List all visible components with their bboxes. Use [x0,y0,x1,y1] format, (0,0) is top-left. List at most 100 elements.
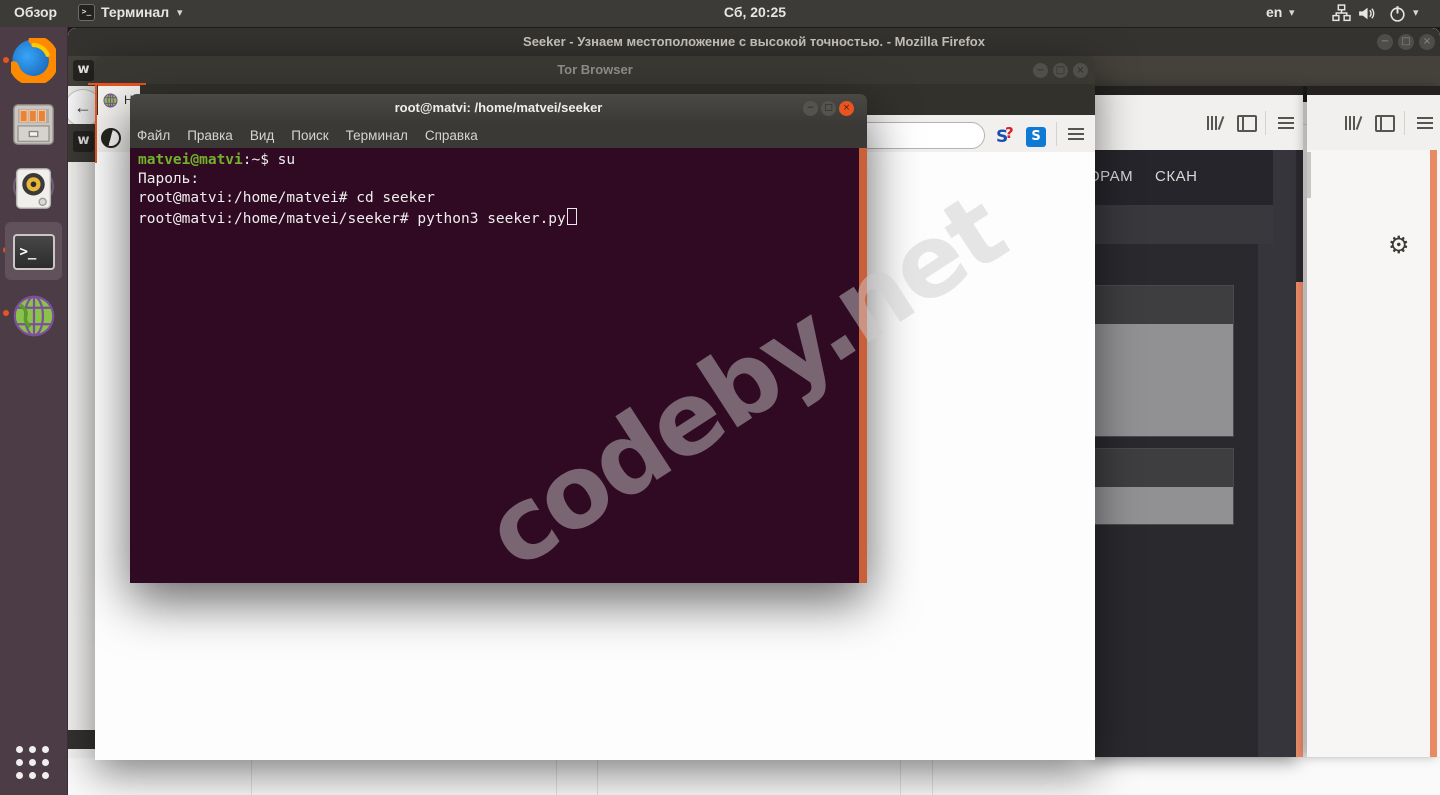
scrollbar-thumb[interactable] [1296,282,1303,757]
terminal-window-title: root@matvi: /home/matvei/seeker [394,100,603,115]
dock-item-tor-browser[interactable] [10,292,57,339]
desktop: Seeker - Узнаем местоположение с высокой… [0,0,1440,795]
running-indicator [3,310,9,316]
card-image [1095,487,1233,524]
activities-button[interactable]: Обзор [14,4,57,20]
terminal-line: root@matvi:/home/matvei/seeker# python3 … [138,208,867,229]
nav-item-forum[interactable]: ОРАМ [1095,168,1133,185]
background-window-tab-bar: w [68,124,95,162]
tor-titlebar[interactable]: Tor Browser − □ × [95,56,1095,84]
file-cabinet-icon [13,104,54,145]
divider [556,758,557,795]
maximize-button[interactable]: □ [1053,63,1068,78]
page-banner-fragment [68,730,95,749]
window-top-strip [1095,86,1303,95]
forum-subheader [1095,205,1273,244]
language-indicator[interactable]: en [1266,4,1282,20]
terminal-line: root@matvi:/home/matvei# cd seeker [138,190,435,206]
settings-page: ⚙ [1307,150,1440,757]
dock-item-firefox[interactable] [10,37,57,84]
terminal-titlebar[interactable]: root@matvi: /home/matvei/seeker − □ × [130,94,867,123]
globe-favicon [103,93,118,108]
scrollbar-thumb[interactable] [1430,150,1437,757]
card-image [1095,324,1233,436]
minimize-button[interactable]: − [1033,63,1048,78]
browser-window-right: ⚙ [1307,86,1440,757]
running-indicator [3,57,9,63]
menu-view[interactable]: Вид [250,128,274,143]
terminal-app-icon: >_ [78,4,95,21]
maximize-button[interactable]: □ [1398,34,1414,50]
library-icon[interactable] [1343,115,1363,131]
s-extension-icon[interactable]: S [1026,127,1046,147]
firefox-titlebar[interactable]: Seeker - Узнаем местоположение с высокой… [68,28,1440,56]
gnome-top-bar: Обзор >_ Терминал ▾ Сб, 20:25 en ▾ ▾ [0,0,1440,27]
minimize-button[interactable]: − [1377,34,1393,50]
maximize-button[interactable]: □ [821,101,836,116]
close-button[interactable]: × [1419,34,1435,50]
toolbar-separator [1056,122,1057,146]
chevron-down-icon: ▾ [177,7,183,19]
window-top-strip [1307,86,1440,95]
terminal-content[interactable]: matvei@matvi:~$ su Пароль: root@matvi:/h… [130,148,867,583]
sidebar-icon[interactable] [1375,115,1395,132]
clock[interactable]: Сб, 20:25 [700,4,810,20]
dock-item-rhythmbox[interactable] [10,165,57,212]
terminal-line: Пароль: [138,171,200,187]
gear-icon[interactable]: ⚙ [1388,234,1410,258]
volume-icon[interactable] [1357,4,1376,23]
forum-page: ОРАМ СКАН 2105 [1095,150,1303,757]
focus-edge-vertical [95,84,97,163]
dock-item-archive-manager[interactable] [10,101,57,148]
terminal-line: matvei@matvi:~$ su [138,152,296,168]
app-menu[interactable]: Терминал [101,4,169,20]
divider [932,758,933,795]
terminal-cursor [566,208,577,225]
forum-card [1095,285,1234,437]
tor-window-title: Tor Browser [557,62,633,77]
card-header [1095,286,1233,324]
divider [597,758,598,795]
power-icon[interactable] [1388,4,1407,23]
tab-favicon-w[interactable]: w [73,131,94,152]
dock: >_ [0,27,68,795]
network-icon[interactable] [1332,4,1351,23]
dock-item-terminal[interactable]: >_ [10,228,57,275]
chevron-down-icon: ▾ [1289,7,1295,19]
minimize-button[interactable]: − [803,101,818,116]
close-button[interactable]: × [1073,63,1088,78]
terminal-scrollbar[interactable] [859,148,867,583]
onion-icon[interactable] [101,128,121,148]
toolbar-separator [1265,111,1266,135]
menu-terminal[interactable]: Терминал [346,128,408,143]
divider [900,758,901,795]
prompt: matvei@matvi [138,152,243,168]
terminal-icon: >_ [12,233,55,270]
startpage-icon[interactable]: S? [996,124,1014,147]
terminal-window: root@matvi: /home/matvei/seeker − □ × Фа… [130,94,867,583]
sidebar-icon[interactable] [1237,115,1257,132]
tab-favicon-w[interactable]: w [73,60,94,81]
toolbar-separator [1404,111,1405,135]
menu-file[interactable]: Файл [137,128,170,143]
tor-globe-icon [13,295,54,336]
browser-toolbar [1307,95,1440,151]
menu-help[interactable]: Справка [425,128,478,143]
browser-toolbar [1095,95,1303,151]
nav-item-scan[interactable]: СКАН [1155,168,1197,185]
close-button[interactable]: × [839,101,854,116]
menu-icon[interactable] [1068,128,1084,140]
menu-search[interactable]: Поиск [291,128,328,143]
firefox-icon [11,38,56,83]
menu-edit[interactable]: Правка [187,128,233,143]
codeby-forum-window: ОРАМ СКАН 2105 [1095,86,1303,757]
speaker-icon [12,168,55,209]
scrollbar-thumb[interactable] [1307,152,1311,198]
forum-card [1095,448,1234,525]
terminal-menubar: Файл Правка Вид Поиск Терминал Справка [130,122,867,148]
menu-icon[interactable] [1278,117,1294,129]
library-icon[interactable] [1205,115,1225,131]
divider [251,758,252,795]
menu-icon[interactable] [1417,117,1433,129]
show-applications-button[interactable] [16,746,52,782]
